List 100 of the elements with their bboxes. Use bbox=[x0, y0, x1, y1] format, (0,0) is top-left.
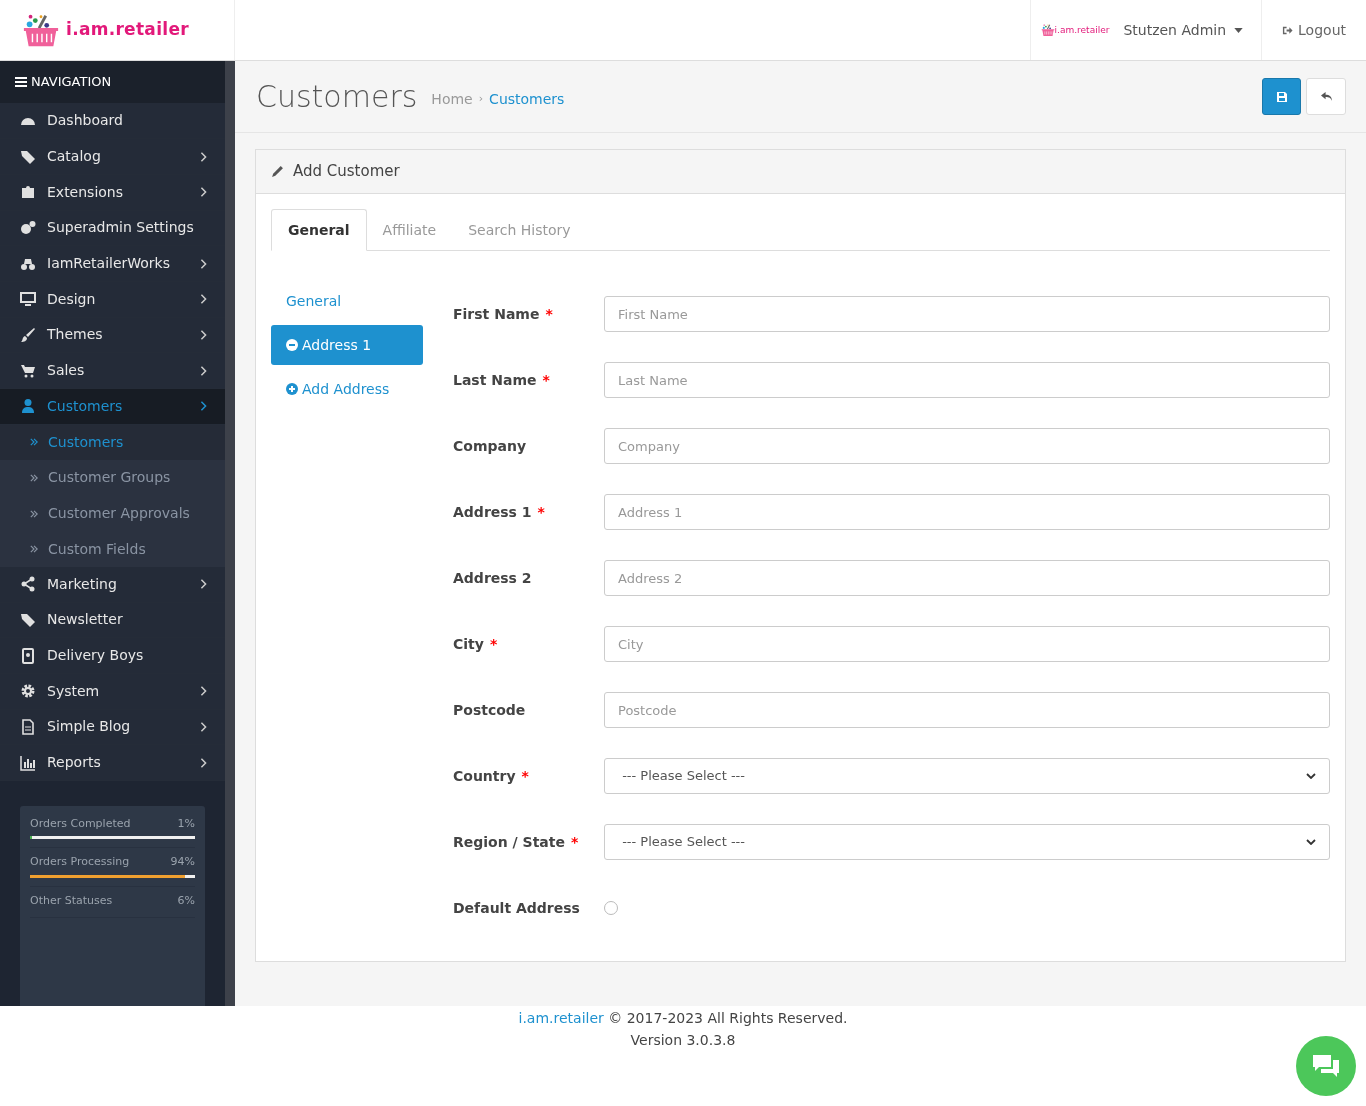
double-chevron-icon bbox=[30, 509, 38, 518]
field-label: Country bbox=[453, 767, 516, 784]
required-mark: * bbox=[545, 305, 553, 322]
stat-label: Orders Processing bbox=[30, 854, 130, 871]
user-menu[interactable]: Stutzen Admin bbox=[1123, 19, 1252, 41]
id-badge-icon bbox=[20, 647, 36, 664]
caret-down-icon bbox=[1234, 27, 1244, 33]
share-icon bbox=[20, 576, 36, 593]
submenu-item[interactable]: Custom Fields bbox=[0, 531, 225, 567]
sidebar-item[interactable]: System bbox=[0, 673, 225, 710]
pencil-icon bbox=[271, 165, 284, 178]
file-icon bbox=[20, 718, 36, 735]
footer-link[interactable]: i.am.retailer bbox=[518, 1010, 604, 1026]
chevron-right-icon bbox=[200, 258, 207, 269]
plus-circle-icon bbox=[286, 383, 298, 395]
text-input[interactable]: City bbox=[604, 626, 1330, 662]
back-button[interactable] bbox=[1306, 78, 1346, 115]
version-text: Version 3.0.3.8 bbox=[630, 1031, 736, 1050]
stat-label: Other Statuses bbox=[30, 893, 113, 909]
submenu-item[interactable]: Customer Approvals bbox=[0, 495, 225, 532]
sidebar-item[interactable]: Marketing bbox=[0, 566, 225, 603]
chat-icon bbox=[1311, 1053, 1341, 1079]
field-label: Company bbox=[453, 437, 527, 454]
field-label: Default Address bbox=[453, 899, 580, 916]
chevron-right-icon bbox=[200, 187, 207, 198]
sidebar-item[interactable]: Customers bbox=[0, 389, 225, 425]
field-label: City bbox=[453, 635, 484, 652]
user-logo-text: i.am.retailer bbox=[1054, 25, 1110, 35]
tag-icon bbox=[20, 611, 36, 628]
required-mark: * bbox=[570, 833, 579, 850]
sidebar-item[interactable]: Sales bbox=[0, 353, 225, 389]
sidebar-item[interactable]: Reports bbox=[0, 745, 225, 781]
logout-link[interactable]: Logout bbox=[1261, 0, 1366, 60]
chevron-right-icon bbox=[200, 686, 207, 697]
stat-value: 1% bbox=[177, 816, 195, 832]
field-label: Last Name bbox=[453, 371, 537, 388]
sidebar-item[interactable]: Themes bbox=[0, 317, 225, 354]
monitor-icon bbox=[20, 291, 36, 308]
submenu-item[interactable]: Customers bbox=[0, 424, 225, 461]
text-input[interactable]: Address 1 bbox=[604, 494, 1330, 530]
gear-icon bbox=[20, 683, 36, 700]
required-mark: * bbox=[521, 767, 529, 784]
address-nav-link[interactable]: General bbox=[271, 281, 423, 321]
field-label: Address 2 bbox=[453, 569, 532, 586]
sidebar-item[interactable]: Dashboard bbox=[0, 103, 225, 140]
sidebar-item[interactable]: Design bbox=[0, 281, 225, 318]
field-label: Address 1 bbox=[453, 503, 532, 520]
save-icon bbox=[1275, 90, 1288, 103]
double-chevron-icon bbox=[30, 438, 38, 447]
sidebar-item[interactable]: Catalog bbox=[0, 139, 225, 175]
chevron-right-icon bbox=[200, 294, 207, 305]
breadcrumb-separator: › bbox=[478, 91, 484, 108]
tab[interactable]: General bbox=[271, 209, 367, 251]
chevron-down-icon bbox=[1306, 773, 1316, 779]
menu-icon bbox=[15, 77, 27, 88]
sidebar-item[interactable]: Newsletter bbox=[0, 602, 225, 639]
chevron-right-icon bbox=[200, 579, 207, 590]
address-nav-link[interactable]: Add Address bbox=[271, 369, 423, 409]
sidebar-item[interactable]: Extensions bbox=[0, 174, 225, 211]
field-label: First Name bbox=[453, 305, 540, 322]
field-label: Region / State bbox=[453, 833, 565, 850]
sign-out-icon bbox=[1282, 24, 1294, 36]
chevron-down-icon bbox=[1306, 839, 1316, 845]
double-chevron-icon bbox=[30, 545, 38, 554]
brand-name[interactable]: i.am.retailer bbox=[66, 17, 189, 43]
text-input[interactable]: Postcode bbox=[604, 692, 1330, 728]
select-field[interactable]: --- Please Select --- bbox=[604, 824, 1330, 860]
chevron-right-icon bbox=[200, 151, 207, 162]
chevron-right-icon bbox=[200, 757, 207, 768]
reply-icon bbox=[1319, 91, 1333, 102]
panel-title: Add Customer bbox=[293, 161, 400, 183]
text-input[interactable]: Address 2 bbox=[604, 560, 1330, 596]
field-label: Postcode bbox=[453, 701, 526, 718]
double-chevron-icon bbox=[30, 474, 38, 482]
required-mark: * bbox=[489, 635, 498, 652]
select-field[interactable]: --- Please Select --- bbox=[604, 758, 1330, 794]
chevron-right-icon bbox=[200, 365, 207, 376]
text-input[interactable]: Last Name bbox=[604, 362, 1330, 398]
copyright-text: i.am.retailer © 2017-2023 All Rights Reserved. bbox=[518, 1009, 848, 1028]
tag-icon bbox=[20, 148, 36, 165]
sidebar-item[interactable]: Delivery Boys bbox=[0, 638, 225, 674]
required-mark: * bbox=[542, 371, 550, 388]
stat-value: 94% bbox=[170, 854, 195, 871]
save-button[interactable] bbox=[1262, 78, 1301, 115]
chevron-right-icon bbox=[200, 401, 207, 412]
sidebar-item[interactable]: IamRetailerWorks bbox=[0, 246, 225, 282]
sidebar-item[interactable]: Superadmin Settings bbox=[0, 210, 225, 247]
address-nav-link[interactable]: Address 1 bbox=[271, 325, 423, 365]
text-input[interactable]: Company bbox=[604, 428, 1330, 464]
chevron-right-icon bbox=[200, 329, 207, 340]
page-title: Customers bbox=[256, 78, 418, 116]
chat-button[interactable] bbox=[1296, 1036, 1356, 1096]
sidebar-item[interactable]: Simple Blog bbox=[0, 709, 225, 746]
stat-value: 6% bbox=[177, 893, 195, 909]
submenu-item[interactable]: Customer Groups bbox=[0, 460, 225, 496]
navigation-heading: NAVIGATION bbox=[0, 61, 225, 104]
minus-circle-icon bbox=[286, 339, 298, 351]
user-icon bbox=[20, 398, 36, 415]
text-input[interactable]: First Name bbox=[604, 296, 1330, 332]
bar-chart-icon bbox=[20, 754, 36, 771]
